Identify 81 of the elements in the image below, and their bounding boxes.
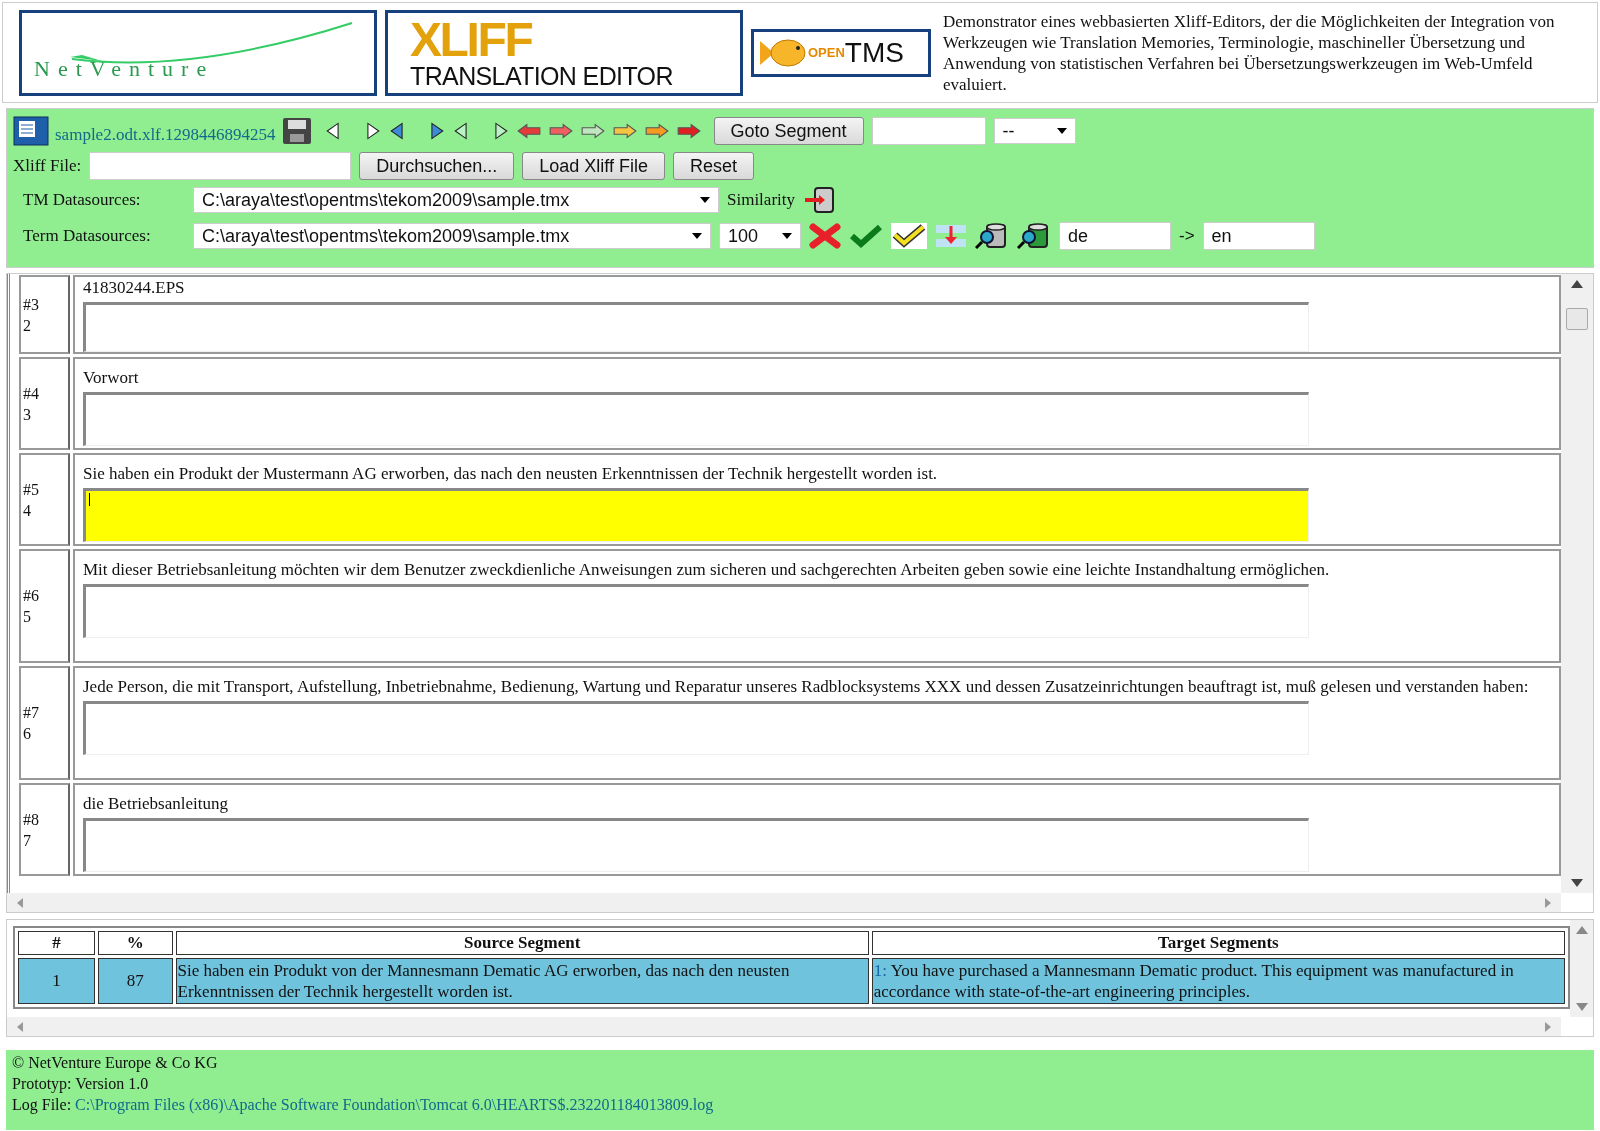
scrollbar-thumb[interactable] — [1566, 308, 1588, 330]
description-text: Demonstrator eines webbasierten Xliff-Editors, der die Möglichkeiten der Integration von Werkzeugen wie Translation Memories, Terminologie, maschineller Übersetzung und Anwendung von statistischen Verfahren bei Übersetzungswerkzeugen im Web-Umfeld evaluiert. — [942, 10, 1556, 95]
segment-id: #7 — [23, 703, 40, 723]
source-text: 41830244.EPS — [83, 277, 186, 298]
language-arrow: -> — [1179, 225, 1195, 248]
segment-number: 7 — [23, 830, 32, 851]
source-text: Vorwort — [83, 367, 140, 388]
target-field[interactable] — [83, 701, 1309, 755]
similarity-select[interactable]: 100 — [719, 223, 801, 249]
checkmark-icon[interactable] — [849, 224, 883, 248]
delete-icon[interactable] — [809, 223, 841, 249]
segment-input[interactable] — [871, 117, 986, 145]
source-text: Sie haben ein Produkt der Mustermann AG erworben, das nach den neusten Erkenntnissen der Technik hergestellt worden ist. — [83, 463, 939, 484]
browse-button[interactable]: Durchsuchen... — [359, 152, 515, 180]
xliff-file-input[interactable] — [89, 152, 352, 180]
segment-number: 3 — [23, 404, 32, 425]
table-cell: Sie haben ein Produkt von der Mannesmann Dematic AG erworben, das nach den neusten Erkenntnissen der Technik hergestellt worden ist. — [175, 958, 869, 1004]
scroll-left-icon[interactable] — [17, 1021, 23, 1032]
insert-icon[interactable] — [935, 223, 967, 249]
database-search-icon[interactable] — [1017, 222, 1051, 250]
target-field[interactable] — [83, 392, 1309, 446]
segment-number: 6 — [23, 724, 32, 744]
log-file-link[interactable]: C:\Program Files (x86)\Apache Software Foundation\Tomcat 6.0\HEARTS$.232201184013809.log — [75, 1094, 714, 1115]
scroll-right-icon[interactable] — [1545, 1021, 1551, 1032]
copyright-text: © NetVenture Europe & Co KG — [12, 1053, 219, 1073]
load-file-button[interactable]: Load Xliff File — [522, 152, 665, 180]
segment-id: #3 — [23, 294, 40, 315]
source-text: die Betriebsanleitung — [83, 793, 229, 814]
segment-number: 2 — [23, 315, 32, 336]
table-cell: 1 — [18, 958, 95, 1004]
segment-id: #5 — [23, 479, 40, 500]
document-icon[interactable] — [13, 116, 49, 146]
xliff-file-label: Xliff File: — [13, 155, 82, 178]
table-cell: 87 — [97, 958, 173, 1004]
scroll-up-icon[interactable] — [1571, 280, 1583, 288]
table-cell: 1: You have purchased a Mannesmann Dematic product. This equipment was manufactured in accordance with state-of-the-art engineering principles. — [871, 958, 1565, 1004]
segment-id: #4 — [23, 383, 40, 404]
tm-datasource-select[interactable]: C:\araya\test\opentms\tekom2009\sample.tmx — [193, 187, 719, 213]
target-language-input[interactable]: en — [1202, 222, 1315, 250]
similarity-label: Similarity — [727, 189, 795, 212]
dropdown-caret-icon — [782, 233, 792, 239]
vertical-scrollbar[interactable] — [1561, 274, 1593, 893]
term-datasources-label: Term Datasources: — [23, 225, 152, 248]
horizontal-scrollbar[interactable] — [7, 1017, 1561, 1036]
goto-segment-button[interactable]: Goto Segment — [713, 117, 864, 145]
column-header: % — [97, 931, 173, 955]
segment-number: 5 — [23, 607, 32, 627]
segment-id: #6 — [23, 586, 40, 606]
target-field[interactable] — [83, 302, 1309, 352]
segment-number: 4 — [23, 500, 32, 521]
term-datasource-select[interactable]: C:\araya\test\opentms\tekom2009\sample.tmx — [193, 223, 711, 249]
segment-id: #8 — [23, 809, 40, 830]
database-search-icon[interactable] — [975, 222, 1009, 250]
horizontal-scrollbar[interactable] — [7, 893, 1561, 912]
column-header: # — [18, 931, 95, 955]
column-header: Source Segment — [175, 931, 869, 955]
dropdown-caret-icon — [692, 233, 702, 239]
file-name-link[interactable]: sample2.odt.xlf.1298446894254 — [55, 122, 276, 148]
target-field[interactable] — [83, 818, 1309, 872]
target-field[interactable] — [83, 488, 1309, 542]
dropdown-caret-icon — [1056, 128, 1067, 134]
log-file-label: Log File: — [12, 1095, 72, 1115]
scroll-left-icon[interactable] — [17, 897, 23, 908]
save-icon[interactable] — [281, 117, 312, 145]
column-header: Target Segments — [871, 931, 1565, 955]
netventure-logo: NetVenture — [19, 9, 377, 96]
text-cursor — [89, 493, 90, 506]
version-text: Prototyp: Version 1.0 — [12, 1074, 150, 1094]
source-language-input[interactable]: de — [1059, 222, 1171, 250]
xliff-editor-logo: XLIFF TRANSLATION EDITOR — [385, 9, 743, 96]
target-field[interactable] — [83, 584, 1309, 638]
source-text: Mit dieser Betriebsanleitung möchten wir dem Benutzer zweckdienliche Anweisungen zum sicheren und sachgerechten Arbeiten geben sowie eine leichte Instandhaltung ermöglichen. — [83, 559, 1331, 580]
reset-button[interactable]: Reset — [672, 152, 754, 180]
dropdown-caret-icon — [700, 197, 710, 203]
scroll-down-icon[interactable] — [1571, 879, 1583, 887]
checkmark-icon[interactable] — [891, 223, 927, 249]
source-text: Jede Person, die mit Transport, Aufstellung, Inbetriebnahme, Bedienung, Wartung und Reparatur unseres Radblocksystems XXX und dessen Zusatzeinrichtungen beauftragt ist, muß gelesen und verstanden haben: — [83, 676, 1530, 697]
scroll-right-icon[interactable] — [1545, 897, 1551, 908]
segment-select[interactable]: -- — [993, 118, 1076, 144]
database-import-icon[interactable] — [803, 186, 837, 214]
tm-datasources-label: TM Datasources: — [23, 189, 142, 212]
